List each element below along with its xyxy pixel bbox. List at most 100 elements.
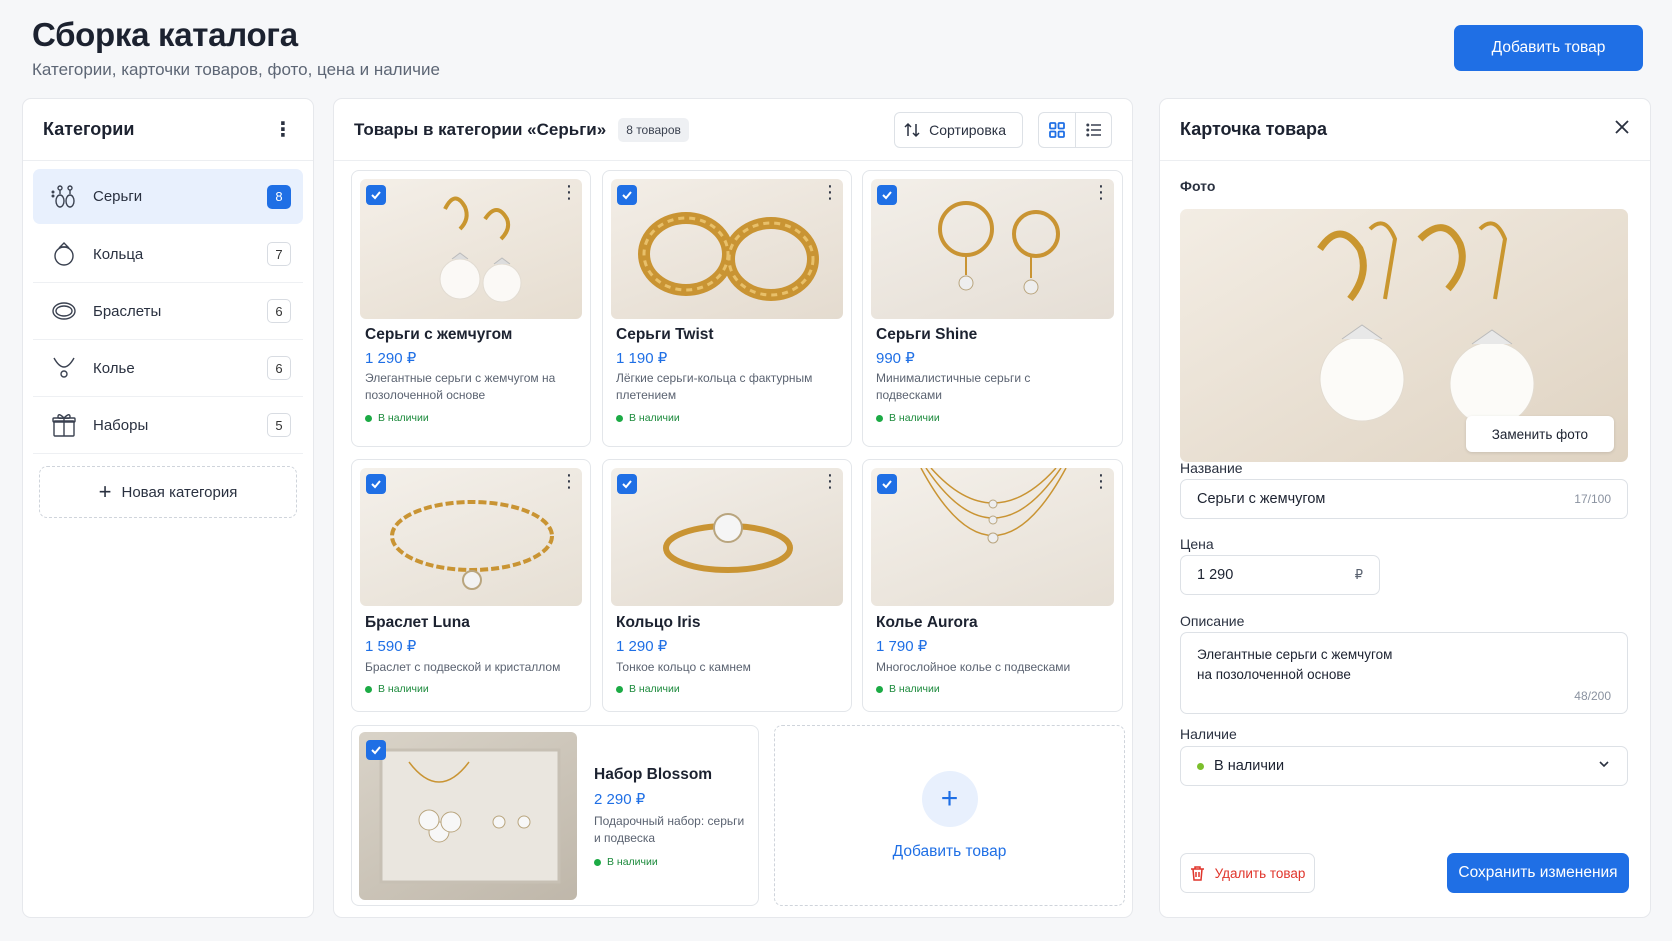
product-card[interactable]: ⋮ Серьги Shine 990 ₽ Минималистичные сер… (862, 170, 1123, 447)
price-label: Цена (1180, 536, 1214, 552)
add-product-button[interactable]: Добавить товар (1454, 25, 1643, 71)
select-checkbox[interactable] (877, 185, 897, 205)
stock-status: В наличии (365, 412, 429, 424)
stock-select[interactable]: В наличии (1180, 746, 1628, 786)
price-field[interactable]: 1 290 ₽ (1180, 555, 1380, 595)
product-description: Многослойное колье с подвесками (876, 660, 1071, 674)
category-item-rings[interactable]: Кольца 7 (33, 226, 303, 283)
stock-dot-icon (876, 685, 883, 693)
product-name: Кольцо Iris (616, 614, 701, 631)
categories-menu-icon[interactable]: ⋮ (273, 120, 293, 140)
detail-title: Карточка товара (1180, 119, 1327, 139)
name-field[interactable]: Серьги с жемчугом 17/100 (1180, 479, 1628, 519)
delete-product-button[interactable]: Удалить товар (1180, 853, 1315, 893)
description-counter: 48/200 (1574, 689, 1611, 703)
list-view-icon[interactable] (1075, 112, 1111, 147)
grid-view-icon[interactable] (1039, 113, 1075, 147)
new-category-button[interactable]: + Новая категория (39, 466, 297, 518)
select-checkbox[interactable] (877, 474, 897, 494)
select-checkbox[interactable] (366, 740, 386, 760)
product-price: 1 290 ₽ (365, 350, 417, 367)
select-checkbox[interactable] (617, 474, 637, 494)
category-count: 8 (267, 184, 291, 209)
product-card[interactable]: Набор Blossom 2 290 ₽ Подарочный набор: … (351, 725, 759, 906)
name-label: Название (1180, 460, 1243, 476)
add-product-card-label: Добавить товар (892, 842, 1007, 860)
card-menu-icon[interactable]: ⋮ (560, 183, 578, 201)
stock-label: В наличии (378, 683, 429, 695)
stock-status: В наличии (594, 856, 658, 868)
stock-dot-icon (1197, 762, 1204, 770)
product-card[interactable]: ⋮ Серьги Twist 1 190 ₽ Лёгкие серьги-кол… (602, 170, 852, 447)
product-photo (360, 468, 582, 606)
save-changes-button[interactable]: Сохранить изменения (1447, 853, 1629, 893)
card-menu-icon[interactable]: ⋮ (821, 183, 839, 201)
stock-label-title: Наличие (1180, 726, 1237, 742)
stock-select-value: В наличии (1214, 758, 1285, 774)
category-label: Серьги (93, 188, 143, 205)
category-label: Браслеты (93, 302, 162, 320)
sort-button[interactable]: Сортировка (894, 111, 1023, 148)
select-checkbox[interactable] (617, 185, 637, 205)
stock-status: В наличии (876, 412, 940, 424)
product-card[interactable]: ⋮ Серьги с жемчугом 1 290 ₽ Элегантные с… (351, 170, 591, 447)
categories-title: Категории (43, 119, 135, 139)
category-item-necklaces[interactable]: Колье 6 (33, 340, 303, 397)
add-product-card[interactable]: + Добавить товар (774, 725, 1125, 906)
product-name: Серьги Twist (616, 326, 714, 343)
plus-icon: + (921, 770, 978, 827)
category-list: Серьги 8 Кольца 7 Браслеты 6 Колье 6 Наб… (23, 161, 313, 518)
card-menu-icon[interactable]: ⋮ (1092, 183, 1110, 201)
card-menu-icon[interactable]: ⋮ (821, 472, 839, 490)
sort-icon (904, 122, 920, 137)
stock-label: В наличии (378, 412, 429, 424)
product-name: Серьги Shine (876, 326, 978, 343)
category-item-bracelets[interactable]: Браслеты 6 (33, 283, 303, 340)
description-label: Описание (1180, 613, 1245, 629)
card-menu-icon[interactable]: ⋮ (560, 472, 578, 490)
product-card[interactable]: ⋮ Браслет Luna 1 590 ₽ Браслет с подвеск… (351, 459, 591, 712)
description-field[interactable]: Элегантные серьги с жемчугом на позолоче… (1180, 632, 1628, 714)
stock-dot-icon (365, 414, 372, 422)
category-label: Колье (93, 359, 135, 377)
currency-symbol: ₽ (1354, 567, 1363, 582)
delete-label: Удалить товар (1214, 865, 1306, 881)
stock-label: В наличии (889, 412, 940, 424)
view-toggle (1038, 111, 1112, 148)
stock-dot-icon (616, 414, 623, 422)
products-header: Товары в категории «Серьги» 8 товаров Со… (334, 99, 1132, 161)
product-name: Браслет Luna (365, 614, 470, 631)
product-card[interactable]: ⋮ Кольцо Iris 1 290 ₽ Тонкое кольцо с ка… (602, 459, 852, 712)
product-photo (871, 179, 1114, 319)
ring-icon (47, 237, 81, 271)
name-counter: 17/100 (1574, 492, 1611, 506)
stock-dot-icon (616, 685, 623, 693)
product-card[interactable]: ⋮ Колье Aurora 1 790 ₽ Многослойное коль… (862, 459, 1123, 712)
product-photo (611, 468, 843, 606)
select-checkbox[interactable] (366, 185, 386, 205)
products-title: Товары в категории «Серьги» (354, 119, 607, 139)
categories-header: Категории ⋮ (23, 99, 313, 161)
product-description: Элегантные серьги с жемчугом на позолоче… (365, 371, 556, 402)
gift-icon (47, 408, 81, 442)
stock-status: В наличии (616, 412, 680, 424)
earrings-icon (47, 180, 81, 214)
category-item-earrings[interactable]: Серьги 8 (33, 169, 303, 224)
stock-status: В наличии (616, 683, 680, 695)
product-photo (611, 179, 843, 319)
name-value: Серьги с жемчугом (1197, 491, 1326, 507)
sort-label: Сортировка (929, 121, 1006, 138)
stock-dot-icon (876, 414, 883, 422)
stock-status: В наличии (876, 683, 940, 695)
category-label: Кольца (93, 245, 144, 263)
price-value: 1 290 (1197, 567, 1234, 583)
select-checkbox[interactable] (366, 474, 386, 494)
product-photo (359, 732, 577, 900)
card-menu-icon[interactable]: ⋮ (1092, 472, 1110, 490)
product-photo (871, 468, 1114, 606)
stock-dot-icon (365, 685, 372, 693)
replace-photo-button[interactable]: Заменить фото (1465, 416, 1614, 452)
category-item-sets[interactable]: Наборы 5 (33, 397, 303, 454)
bracelet-icon (47, 294, 81, 328)
close-icon[interactable] (1614, 119, 1630, 140)
